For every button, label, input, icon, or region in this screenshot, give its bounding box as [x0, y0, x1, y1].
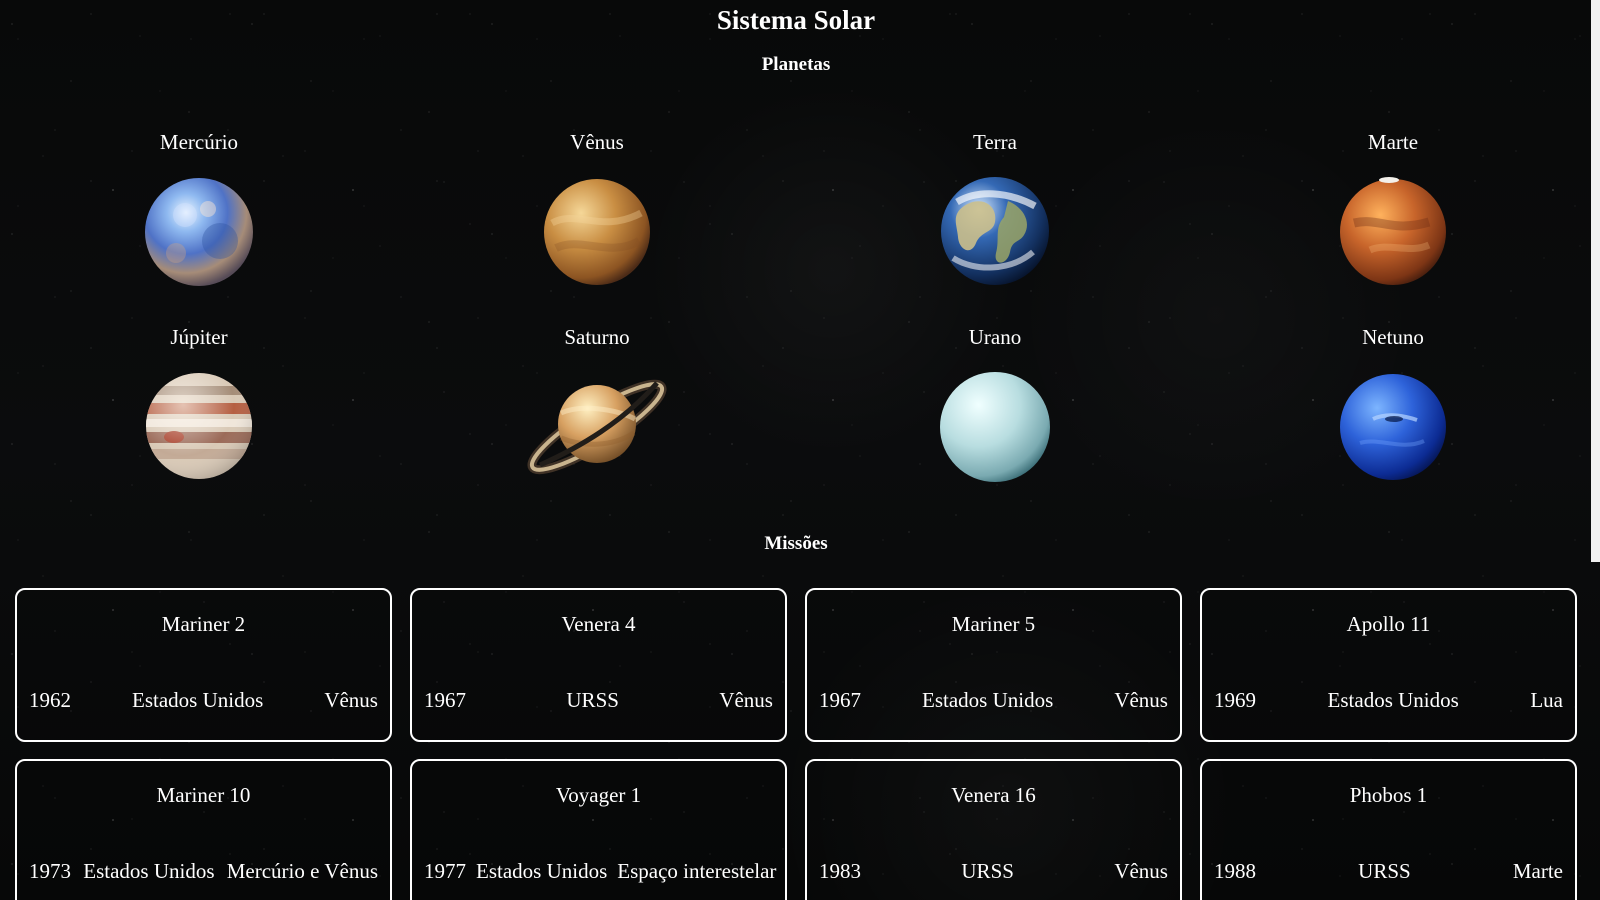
mission-country: Estados Unidos	[476, 859, 608, 883]
venus-icon	[522, 170, 672, 290]
mission-year: 1969	[1214, 688, 1256, 712]
mission-name: Mariner 10	[156, 783, 251, 807]
mission-details: 1967 URSS Vênus	[424, 686, 773, 714]
earth-icon	[920, 170, 1070, 290]
mission-country: Estados Unidos	[1327, 688, 1459, 712]
planet-card-neptune: Netuno	[1194, 323, 1592, 501]
mission-details: 1969 Estados Unidos Lua	[1214, 686, 1563, 714]
mission-card-venera-4[interactable]: Venera 4 1967 URSS Vênus	[410, 588, 787, 742]
mission-country: Estados Unidos	[83, 859, 215, 883]
planet-name: Terra	[973, 130, 1017, 154]
missions-heading: Missões	[764, 533, 828, 554]
planet-name: Júpiter	[170, 325, 228, 349]
planet-card-jupiter: Júpiter	[0, 323, 398, 501]
neptune-icon	[1318, 365, 1468, 485]
planet-name: Urano	[968, 325, 1022, 349]
mission-target: Mercúrio e Vênus	[226, 859, 378, 883]
planet-card-mercury: Mercúrio	[0, 128, 398, 323]
mission-grid: Mariner 2 1962 Estados Unidos Vênus Vene…	[15, 588, 1577, 900]
mission-card-apollo-11[interactable]: Apollo 11 1969 Estados Unidos Lua	[1200, 588, 1577, 742]
mission-details: 1983 URSS Vênus	[819, 857, 1168, 885]
mission-details: 1977 Estados Unidos Espaço interestelar	[424, 857, 777, 885]
mission-target: Vênus	[324, 688, 378, 712]
mission-country: URSS	[566, 688, 619, 712]
mission-year: 1988	[1214, 859, 1256, 883]
mission-details: 1973 Estados Unidos Mercúrio e Vênus	[29, 857, 378, 885]
mission-name: Voyager 1	[555, 783, 642, 807]
planet-name: Netuno	[1362, 325, 1424, 349]
planet-name: Mercúrio	[159, 130, 239, 154]
mission-target: Vênus	[1114, 688, 1168, 712]
mission-card-mariner-5[interactable]: Mariner 5 1967 Estados Unidos Vênus	[805, 588, 1182, 742]
jupiter-icon	[124, 365, 274, 485]
planets-heading: Planetas	[761, 54, 831, 75]
mission-year: 1973	[29, 859, 71, 883]
mission-card-phobos-1[interactable]: Phobos 1 1988 URSS Marte	[1200, 759, 1577, 900]
mission-country: URSS	[1358, 859, 1411, 883]
planet-card-venus: Vênus	[398, 128, 796, 323]
solar-system-page: Sistema Solar Planetas Mercúrio Vênus Te…	[0, 0, 1592, 900]
mission-name: Venera 16	[951, 783, 1036, 807]
mission-target: Vênus	[719, 688, 773, 712]
mission-card-voyager-1[interactable]: Voyager 1 1977 Estados Unidos Espaço int…	[410, 759, 787, 900]
planet-card-uranus: Urano	[796, 323, 1194, 501]
mission-target: Espaço interestelar	[617, 859, 777, 883]
saturn-icon	[522, 365, 672, 485]
mission-year: 1967	[424, 688, 466, 712]
planet-card-saturn: Saturno	[398, 323, 796, 501]
planet-grid: Mercúrio Vênus Terra Marte Júpiter Satur…	[0, 128, 1592, 501]
vertical-scrollbar[interactable]	[1591, 0, 1600, 562]
mars-icon	[1318, 170, 1468, 290]
mission-country: URSS	[961, 859, 1014, 883]
mission-name: Mariner 2	[161, 612, 246, 636]
mission-year: 1977	[424, 859, 466, 883]
uranus-icon	[920, 365, 1070, 485]
mission-year: 1962	[29, 688, 71, 712]
mission-country: Estados Unidos	[922, 688, 1054, 712]
mission-target: Lua	[1530, 688, 1563, 712]
mission-target: Vênus	[1114, 859, 1168, 883]
mission-country: Estados Unidos	[132, 688, 264, 712]
mission-card-venera-16[interactable]: Venera 16 1983 URSS Vênus	[805, 759, 1182, 900]
mission-year: 1983	[819, 859, 861, 883]
planet-name: Marte	[1367, 130, 1419, 154]
planet-card-earth: Terra	[796, 128, 1194, 323]
mission-target: Marte	[1512, 859, 1563, 883]
mission-name: Phobos 1	[1349, 783, 1428, 807]
planet-card-mars: Marte	[1194, 128, 1592, 323]
mercury-icon	[124, 170, 274, 290]
planet-name: Vênus	[570, 130, 624, 154]
mission-name: Venera 4	[561, 612, 636, 636]
mission-name: Apollo 11	[1346, 612, 1431, 636]
planet-name: Saturno	[564, 325, 630, 349]
mission-details: 1962 Estados Unidos Vênus	[29, 686, 378, 714]
mission-year: 1967	[819, 688, 861, 712]
mission-name: Mariner 5	[951, 612, 1036, 636]
mission-details: 1988 URSS Marte	[1214, 857, 1563, 885]
mission-details: 1967 Estados Unidos Vênus	[819, 686, 1168, 714]
page-title: Sistema Solar	[716, 5, 876, 35]
mission-card-mariner-2[interactable]: Mariner 2 1962 Estados Unidos Vênus	[15, 588, 392, 742]
mission-card-mariner-10[interactable]: Mariner 10 1973 Estados Unidos Mercúrio …	[15, 759, 392, 900]
